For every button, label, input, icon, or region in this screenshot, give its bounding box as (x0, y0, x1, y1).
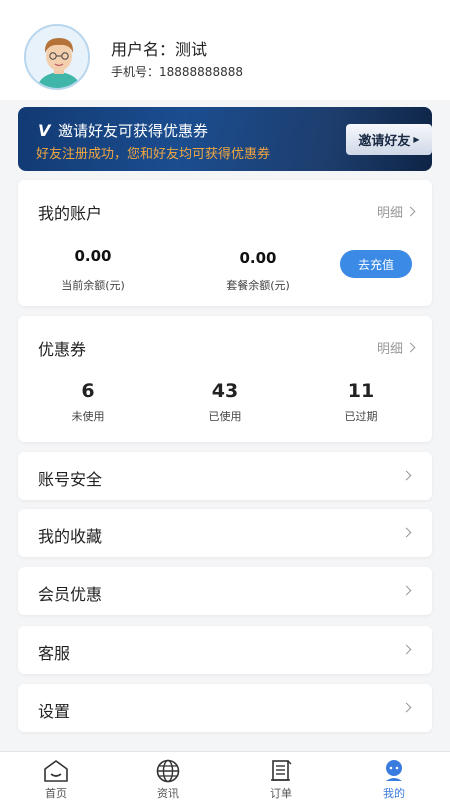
chevron-right-icon (401, 470, 412, 481)
menu-item-label: 我的收藏 (38, 527, 103, 546)
home-icon (44, 760, 68, 782)
check-mark-icon: V (38, 121, 51, 140)
tab-mine[interactable]: 我的 (338, 752, 450, 800)
banner-subtitle: 好友注册成功，您和好友均可获得优惠券 (36, 147, 271, 162)
menu-item-label: 账号安全 (38, 470, 103, 489)
used-count: 43 (211, 380, 239, 402)
account-card: 我的账户 明细 0.00 当前余额(元) 0.00 套餐余额(元) 去充值 (18, 180, 432, 306)
account-detail-link[interactable]: 明细 (376, 202, 416, 221)
unused-label: 未使用 (71, 410, 105, 423)
menu-item-settings[interactable]: 设置 (18, 684, 432, 732)
invite-friends-label: 邀请好友 (358, 134, 411, 149)
profile-icon (386, 760, 402, 781)
coupons-title: 优惠券 (38, 340, 87, 359)
tab-news-label: 资讯 (157, 787, 179, 800)
menu-item-member-benefits[interactable]: 会员优惠 (18, 567, 432, 615)
tab-home-label: 首页 (45, 787, 67, 800)
package-balance-value: 0.00 (239, 249, 277, 267)
menu-item-customer-service[interactable]: 客服 (18, 626, 432, 674)
chevron-right-icon (401, 585, 412, 596)
coupons-expired[interactable]: 11 已过期 (316, 380, 406, 424)
tab-news[interactable]: 资讯 (112, 752, 224, 800)
chevron-right-icon (401, 644, 412, 655)
globe-icon (156, 759, 180, 783)
avatar-illustration-icon (26, 26, 88, 88)
chevron-right-icon (405, 342, 416, 353)
arrow-right-icon: ▶ (413, 135, 420, 144)
current-balance-label: 当前余额(元) (61, 279, 125, 292)
chevron-right-icon (405, 206, 416, 217)
current-balance: 0.00 当前余额(元) (48, 247, 138, 293)
current-balance-value: 0.00 (74, 247, 112, 265)
package-balance: 0.00 套餐余额(元) (213, 249, 303, 293)
expired-label: 已过期 (344, 410, 378, 423)
chevron-right-icon (401, 527, 412, 538)
coupons-detail-label: 明细 (376, 342, 403, 357)
invite-friends-button[interactable]: 邀请好友 ▶ (346, 124, 432, 155)
tab-orders[interactable]: 订单 (225, 752, 337, 800)
used-label: 已使用 (208, 410, 242, 423)
coupons-detail-link[interactable]: 明细 (376, 338, 416, 357)
username-label: 用户名：测试 (111, 40, 208, 59)
chevron-right-icon (401, 702, 412, 713)
phone-number-label: 手机号：18888888888 (111, 65, 243, 79)
tab-orders-label: 订单 (270, 787, 292, 800)
expired-count: 11 (347, 380, 375, 402)
menu-item-label: 设置 (38, 702, 71, 721)
invite-banner[interactable]: V 邀请好友可获得优惠券 好友注册成功，您和好友均可获得优惠券 邀请好友 ▶ (18, 107, 432, 171)
profile-header: 用户名：测试 手机号：18888888888 (0, 0, 450, 100)
coupons-card: 优惠券 明细 6 未使用 43 已使用 11 已过期 (18, 316, 432, 442)
banner-title: 邀请好友可获得优惠券 (58, 122, 209, 140)
order-icon (271, 760, 292, 781)
tab-mine-label: 我的 (383, 787, 405, 800)
menu-item-label: 客服 (38, 644, 71, 663)
account-title: 我的账户 (38, 204, 103, 223)
avatar[interactable] (24, 24, 90, 90)
menu-item-label: 会员优惠 (38, 585, 103, 604)
coupons-used[interactable]: 43 已使用 (180, 380, 270, 424)
package-balance-label: 套餐余额(元) (226, 279, 290, 292)
tab-home[interactable]: 首页 (0, 752, 112, 800)
recharge-button[interactable]: 去充值 (340, 250, 412, 278)
unused-count: 6 (81, 380, 95, 402)
menu-item-favorites[interactable]: 我的收藏 (18, 509, 432, 557)
menu-item-account-security[interactable]: 账号安全 (18, 452, 432, 500)
account-detail-label: 明细 (376, 206, 403, 221)
coupons-unused[interactable]: 6 未使用 (43, 380, 133, 424)
bottom-tab-bar: 首页 资讯 订单 我的 (0, 751, 450, 800)
